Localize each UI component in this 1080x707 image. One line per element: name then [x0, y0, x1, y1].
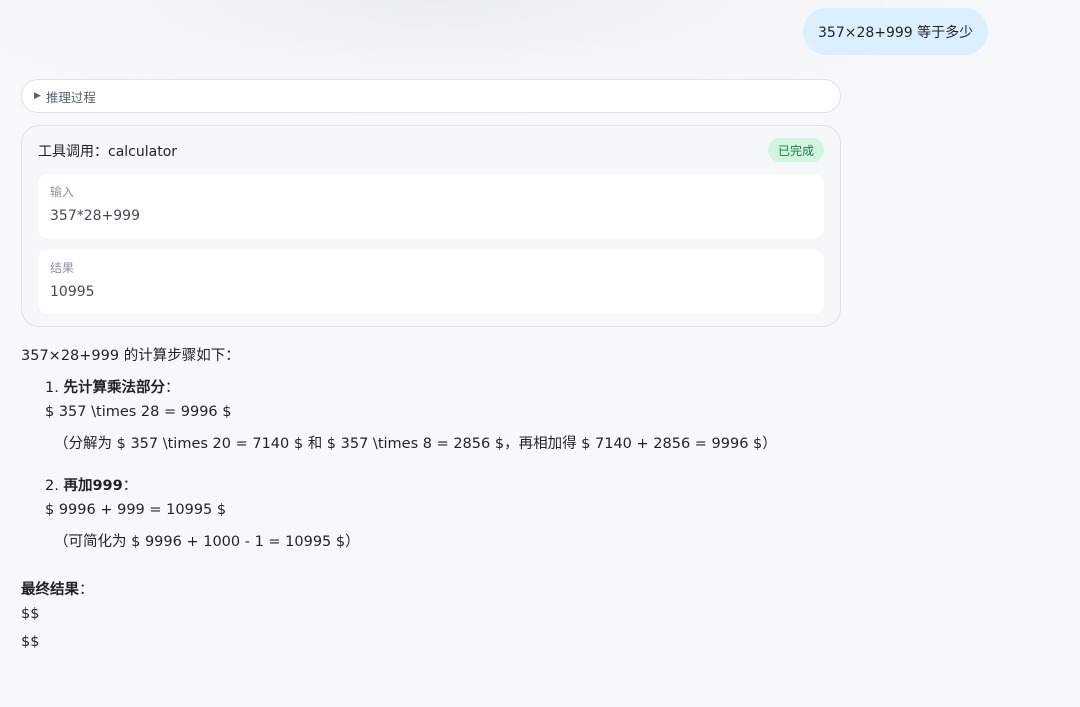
- tool-result-block: 结果 10995: [38, 250, 824, 314]
- tool-result-label: 结果: [50, 261, 75, 275]
- step-1-number: 1.: [45, 380, 59, 396]
- step-2-formula: $ 9996 + 999 = 10995 $: [45, 502, 227, 518]
- reasoning-toggle[interactable]: ▶ 推理过程: [21, 79, 841, 113]
- user-message-bubble: 357×28+999 等于多少: [803, 8, 989, 55]
- final-result-line-2: $$: [21, 634, 40, 650]
- step-1-colon: ：: [164, 380, 180, 396]
- tool-name: calculator: [108, 144, 178, 160]
- step-2-note: （可简化为 $ 9996 + 1000 - 1 = 10995 $）: [54, 534, 360, 550]
- tool-input-label: 输入: [50, 185, 75, 199]
- tool-input-value: 357*28+999: [50, 208, 140, 224]
- final-result-line-1: $$: [21, 606, 40, 622]
- expand-triangle-icon: ▶: [34, 91, 41, 101]
- step-2-number: 2.: [45, 478, 59, 494]
- tool-call-title: 工具调用：calculator: [38, 141, 177, 161]
- status-badge: 已完成: [767, 138, 824, 162]
- step-2-title: 再加999: [63, 478, 123, 494]
- step-2-heading: 2. 再加999：: [45, 474, 137, 495]
- final-result-label: 最终结果: [21, 582, 79, 598]
- step-2-colon: ：: [122, 478, 138, 494]
- tool-call-card: 工具调用：calculator 已完成 输入 357*28+999 结果 109…: [21, 125, 841, 327]
- tool-call-prefix: 工具调用：: [38, 144, 108, 160]
- user-message-text: 357×28+999 等于多少: [818, 24, 974, 41]
- final-result-heading: 最终结果：: [21, 578, 94, 599]
- final-result-colon: ：: [79, 582, 94, 598]
- step-1-formula: $ 357 \times 28 = 9996 $: [45, 404, 232, 420]
- tool-input-block: 输入 357*28+999: [38, 174, 824, 238]
- tool-result-value: 10995: [50, 284, 95, 300]
- answer-intro: 357×28+999 的计算步骤如下：: [21, 348, 240, 364]
- step-1-title: 先计算乘法部分: [63, 380, 165, 396]
- reasoning-label: 推理过程: [45, 89, 96, 105]
- step-1-note: （分解为 $ 357 \times 20 = 7140 $ 和 $ 357 \t…: [54, 436, 777, 452]
- step-1-heading: 1. 先计算乘法部分：: [45, 376, 179, 397]
- chat-page: { "user_message": "357×28+999 等于多少", "re…: [0, 0, 1080, 707]
